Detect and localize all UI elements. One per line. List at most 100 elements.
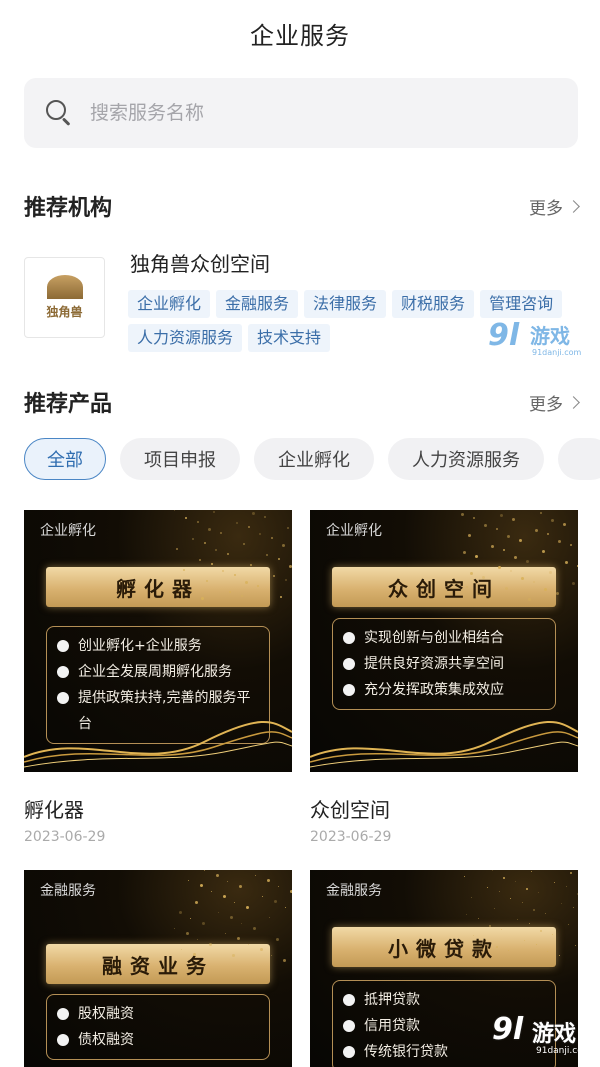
gold-wave-decoration: [24, 721, 292, 768]
sparkle-decoration: [552, 934, 553, 935]
sparkle-decoration: [262, 896, 263, 897]
sparkle-decoration: [577, 565, 578, 567]
org-tag: 管理咨询: [480, 290, 563, 318]
more-products-link[interactable]: 更多: [529, 390, 580, 415]
sparkle-decoration: [575, 945, 576, 946]
sparkle-decoration: [211, 891, 212, 892]
sparkle-decoration: [204, 870, 205, 871]
sparkle-decoration: [554, 882, 555, 883]
sparkle-decoration: [193, 953, 196, 956]
sparkle-decoration: [266, 554, 268, 556]
product-banner: 众创空间: [332, 567, 556, 607]
sparkle-decoration: [188, 880, 189, 881]
sparkle-decoration: [478, 918, 479, 919]
filter-chip-hr[interactable]: 人力资源服务: [388, 438, 544, 480]
sparkle-decoration: [269, 917, 270, 918]
sparkle-decoration: [179, 911, 182, 914]
filter-chip-incubation[interactable]: 企业孵化: [254, 438, 374, 480]
sparkle-decoration: [267, 879, 270, 882]
section-title: 推荐产品: [24, 392, 113, 417]
sparkle-decoration: [503, 549, 505, 551]
product-category: 企业孵化: [326, 523, 382, 539]
org-tag: 金融服务: [216, 290, 299, 318]
product-card[interactable]: 金融服务 融资业务 股权融资 债权融资: [24, 870, 292, 1067]
product-card[interactable]: 企业孵化 众创空间 实现创新与创业相结合 提供良好资源共享空间 充分发挥政策集成…: [310, 510, 578, 845]
sparkle-decoration: [285, 907, 286, 908]
sparkle-decoration: [540, 512, 542, 514]
sparkle-decoration: [503, 877, 505, 879]
watermark-number: 9l: [488, 318, 520, 353]
sparkle-decoration: [529, 923, 530, 924]
sparkle-decoration: [190, 918, 191, 919]
sparkle-decoration: [515, 881, 516, 882]
sparkle-decoration: [230, 916, 233, 919]
watermark-url: 91danji.com: [536, 1046, 592, 1056]
chevron-right-icon: [567, 395, 580, 409]
recommended-products-header: 推荐产品 更多: [24, 386, 580, 418]
sparkle-decoration: [271, 537, 273, 539]
sparkle-decoration: [464, 876, 465, 877]
sparkle-decoration: [542, 550, 545, 553]
sparkle-decoration: [558, 540, 561, 543]
org-tag: 技术支持: [248, 324, 331, 352]
sparkle-decoration: [572, 582, 575, 585]
sparkle-decoration: [211, 563, 213, 565]
sparkle-decoration: [209, 943, 212, 946]
sparkle-decoration: [501, 929, 502, 930]
product-card[interactable]: 企业孵化 孵化器 创业孵化+企业服务 企业全发展周期孵化服务 提供政策扶持,完善…: [24, 510, 292, 845]
sparkle-decoration: [227, 881, 228, 882]
sparkle-decoration: [282, 544, 285, 547]
sparkle-decoration: [278, 558, 280, 560]
sparkle-decoration: [468, 534, 471, 537]
sparkle-decoration: [248, 526, 250, 528]
sparkle-decoration: [192, 538, 194, 540]
sparkle-decoration: [200, 884, 203, 887]
sparkle-decoration: [289, 565, 292, 568]
sparkle-decoration: [485, 939, 486, 940]
product-image: 企业孵化 众创空间 实现创新与创业相结合 提供良好资源共享空间 充分发挥政策集成…: [310, 510, 578, 772]
sparkle-decoration: [257, 585, 259, 587]
sparkle-decoration: [570, 872, 572, 874]
sparkle-decoration: [519, 539, 522, 542]
sparkle-decoration: [470, 572, 473, 575]
filter-chip-all[interactable]: 全部: [24, 438, 106, 480]
search-input[interactable]: [90, 102, 510, 124]
sparkle-decoration: [260, 948, 263, 951]
filter-chip-more[interactable]: [558, 438, 600, 480]
product-bullets: 股权融资 债权融资: [46, 994, 270, 1060]
more-orgs-link[interactable]: 更多: [529, 194, 580, 219]
bullet-item: 提供良好资源共享空间: [341, 651, 547, 677]
sparkle-decoration: [471, 897, 472, 898]
watermark-text: 游戏: [532, 1022, 577, 1047]
sparkle-decoration: [570, 544, 572, 546]
gold-wave-decoration: [310, 721, 578, 768]
sparkle-decoration: [531, 871, 532, 872]
sparkle-decoration: [190, 590, 192, 592]
sparkle-decoration: [280, 596, 282, 598]
filter-chip-project[interactable]: 项目申报: [120, 438, 240, 480]
sparkle-decoration: [487, 887, 488, 888]
sparkle-decoration: [496, 946, 498, 948]
sparkle-decoration: [229, 591, 231, 593]
sparkle-decoration: [248, 944, 249, 945]
sparkle-decoration: [225, 933, 226, 934]
bullet-item: 充分发挥政策集成效应: [341, 677, 547, 703]
sparkle-decoration: [499, 891, 500, 892]
org-tag: 法律服务: [304, 290, 387, 318]
sparkle-decoration: [566, 886, 567, 887]
sparkle-decoration: [243, 543, 245, 545]
sparkle-decoration: [477, 593, 480, 596]
sparkle-decoration: [255, 875, 256, 876]
sparkle-decoration: [547, 533, 549, 535]
sparkle-decoration: [533, 581, 535, 583]
bullet-item: 企业全发展周期孵化服务: [55, 659, 261, 685]
sparkle-decoration: [259, 533, 261, 535]
sparkle-decoration: [496, 528, 498, 530]
sparkle-decoration: [197, 521, 199, 523]
sparkle-decoration: [466, 914, 467, 915]
sparkle-decoration: [181, 949, 182, 950]
search-bar[interactable]: [24, 78, 578, 148]
sparkle-decoration: [236, 522, 238, 524]
sparkle-decoration: [547, 951, 548, 952]
section-title: 推荐机构: [24, 196, 113, 221]
